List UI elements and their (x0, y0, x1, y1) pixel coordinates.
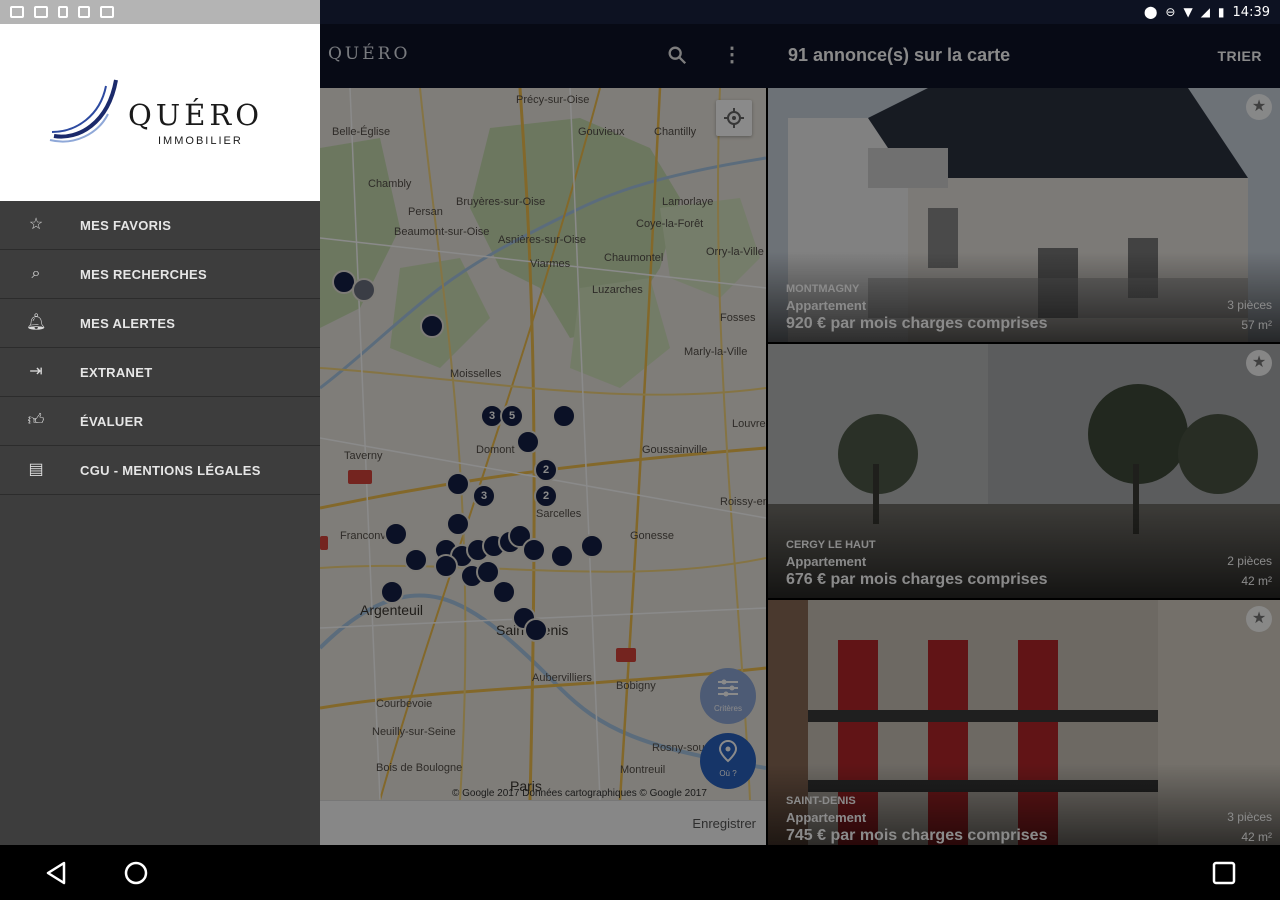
drawer-menu: ☆ MES FAVORIS ⌕ MES RECHERCHES 🔔︎ MES AL… (0, 201, 320, 495)
camera-icon (100, 6, 114, 18)
system-status: ⬤ ⊖ ▼ ◢ ▮ 14:39 (1144, 0, 1270, 24)
swoosh-logo-icon (49, 79, 118, 143)
menu-item-label: ÉVALUER (80, 414, 144, 429)
clipboard-icon: ▤ (28, 461, 44, 478)
bell-icon: 🔔︎ (26, 314, 47, 331)
login-icon: ⇥ (29, 363, 43, 380)
status-bar: ⬤ ⊖ ▼ ◢ ▮ 14:39 (0, 0, 1280, 24)
wifi-icon: ▼ (1183, 5, 1193, 19)
brand-logo: QUÉRO IMMOBILIER (48, 74, 288, 154)
phone-icon (58, 6, 68, 18)
clock: 14:39 (1232, 4, 1270, 20)
menu-item-evaluer[interactable]: 👍︎ ÉVALUER (0, 397, 320, 446)
location-icon: ⬤ (1143, 5, 1158, 19)
recents-icon[interactable] (1210, 859, 1238, 887)
back-icon[interactable] (42, 859, 70, 887)
menu-item-cgu[interactable]: ▤ CGU - MENTIONS LÉGALES (0, 446, 320, 495)
navigation-drawer: QUÉRO IMMOBILIER ☆ MES FAVORIS ⌕ MES REC… (0, 24, 320, 845)
menu-item-extranet[interactable]: ⇥ EXTRANET (0, 348, 320, 397)
menu-item-label: MES ALERTES (80, 316, 176, 331)
battery-icon: ▮ (1217, 5, 1225, 19)
drawer-header: QUÉRO IMMOBILIER (0, 24, 320, 201)
brand-name: QUÉRO (128, 98, 263, 132)
home-icon[interactable] (122, 859, 150, 887)
menu-item-label: EXTRANET (80, 365, 153, 380)
menu-item-favoris[interactable]: ☆ MES FAVORIS (0, 201, 320, 250)
menu-item-label: CGU - MENTIONS LÉGALES (80, 463, 261, 478)
menu-item-alertes[interactable]: 🔔︎ MES ALERTES (0, 299, 320, 348)
system-nav-bar (0, 845, 1280, 900)
search-list-icon: ⌕ (31, 265, 41, 282)
bag-icon (78, 6, 90, 18)
gallery-icon (34, 6, 48, 18)
do-not-disturb-icon: ⊖ (1165, 5, 1176, 19)
star-icon: ☆ (28, 216, 44, 233)
signal-icon: ◢ (1200, 5, 1210, 19)
menu-item-label: MES FAVORIS (80, 218, 172, 233)
menu-item-label: MES RECHERCHES (80, 267, 207, 282)
screenshot-icon (10, 6, 24, 18)
brand-subtitle: IMMOBILIER (158, 135, 243, 147)
menu-item-recherches[interactable]: ⌕ MES RECHERCHES (0, 250, 320, 299)
app-window: QUÉRO ⋮ 91 annonce(s) sur la carte TRIER (0, 24, 1280, 845)
notification-icons (0, 0, 320, 24)
thumbs-up-icon: 👍︎ (27, 412, 45, 429)
